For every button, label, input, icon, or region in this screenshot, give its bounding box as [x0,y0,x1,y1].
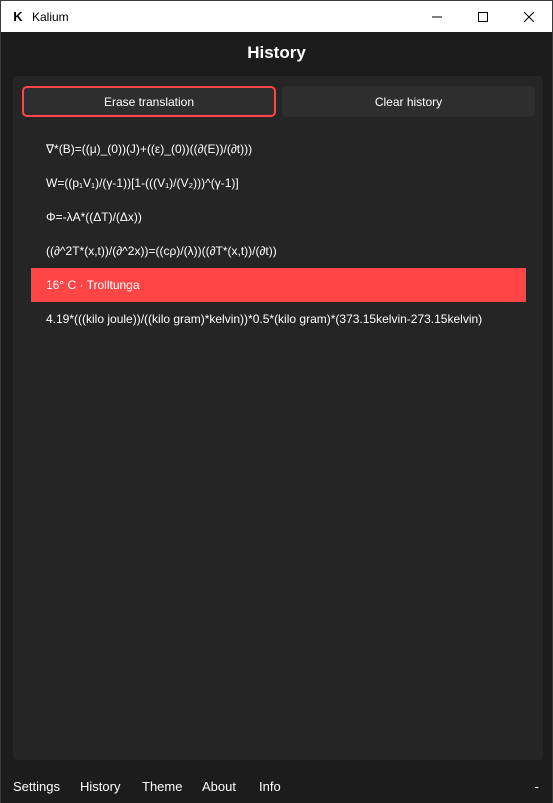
history-panel: Erase translation Clear history ∇*(B)=((… [13,76,543,760]
history-item-selected[interactable]: 16° C · Trolltunga [31,268,526,302]
nav-about[interactable]: About [202,779,236,794]
maximize-icon [478,11,488,22]
nav-history[interactable]: History [80,779,120,794]
maximize-button[interactable] [460,1,506,32]
history-item[interactable]: Φ=-λA*((ΔT)/(Δx)) [31,200,526,234]
nav-theme[interactable]: Theme [142,779,182,794]
minimize-icon [432,16,442,17]
minimize-button[interactable] [414,1,460,32]
history-item[interactable]: ∇*(B)=((μ)_(0))(J)+((ε)_(0))((∂(E))/(∂t)… [31,132,526,166]
close-icon [524,11,534,22]
nav-extra[interactable]: - [535,779,539,794]
clear-history-button[interactable]: Clear history [282,86,535,117]
page-title: History [247,43,306,62]
nav-info[interactable]: Info [259,779,281,794]
title-bar[interactable]: K Kalium [1,1,552,32]
close-button[interactable] [506,1,552,32]
history-item[interactable]: 4.19*(((kilo joule))/((kilo gram)*kelvin… [31,302,526,336]
erase-translation-button[interactable]: Erase translation [22,86,276,117]
history-list: ∇*(B)=((μ)_(0))(J)+((ε)_(0))((∂(E))/(∂t)… [31,132,526,336]
app-logo-icon: K [13,8,23,24]
history-item[interactable]: W=((p₁V₁)/(γ-1))[1-(((V₁)/(V₂)))^(γ-1)] [31,166,526,200]
bottom-nav: Settings History Theme About Info - [1,769,552,803]
app-window: K Kalium History Erase translation Clear… [0,0,553,803]
history-item[interactable]: ((∂^2T*(x,t))/(∂^2x))=((cρ)/(λ))((∂T*(x,… [31,234,526,268]
window-controls [414,1,552,32]
nav-settings[interactable]: Settings [13,779,60,794]
window-title: Kalium [32,9,69,24]
